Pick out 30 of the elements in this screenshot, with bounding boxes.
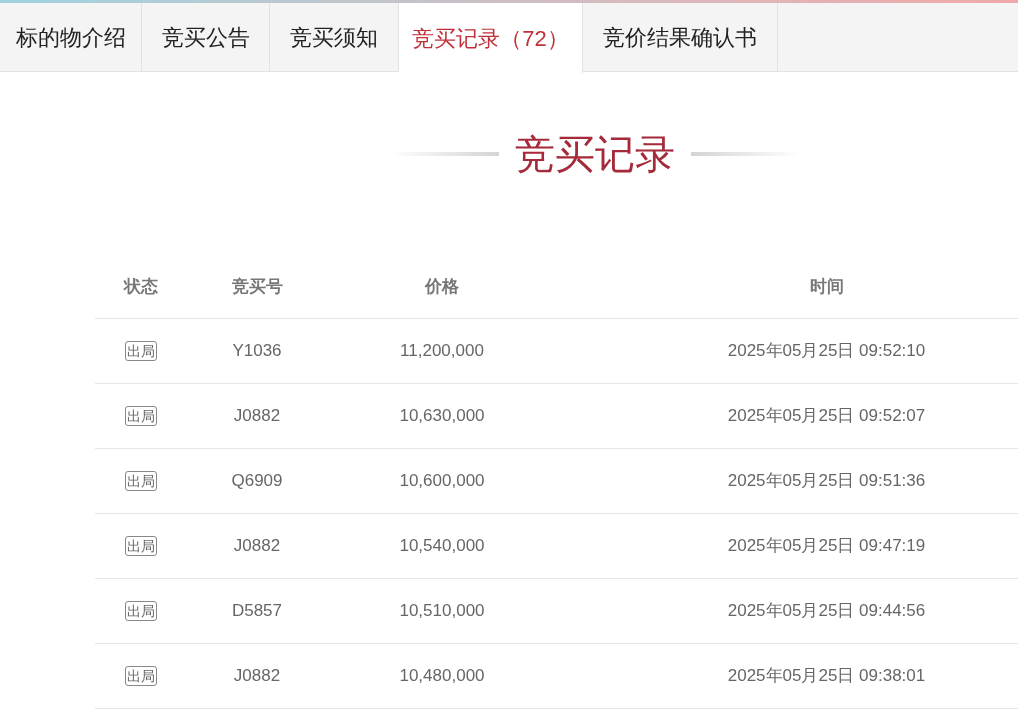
price: 10,480,000 [399, 665, 485, 688]
column-header: 竞买号 [231, 276, 283, 299]
status-tag: 出局 [125, 341, 157, 361]
status-tag: 出局 [125, 536, 157, 556]
column-header: 价格 [425, 276, 459, 299]
tab[interactable]: 竞买记录（72） [399, 3, 583, 73]
status-tag: 出局 [125, 601, 157, 621]
price: 10,600,000 [399, 470, 485, 493]
bid-time: 2025年05月25日 09:47:19 [727, 535, 926, 558]
status-tag: 出局 [125, 471, 157, 491]
bidder-number: J0882 [233, 535, 281, 558]
bidder-number: D5857 [231, 600, 283, 623]
status-tag: 出局 [125, 406, 157, 426]
bid-time: 2025年05月25日 09:44:56 [727, 600, 926, 623]
bid-time: 2025年05月25日 09:52:10 [727, 340, 926, 363]
price: 10,540,000 [399, 535, 485, 558]
bidder-number: Y1036 [232, 340, 282, 363]
bid-time: 2025年05月25日 09:38:01 [727, 665, 926, 688]
column-header: 时间 [809, 276, 844, 299]
bid-time: 2025年05月25日 09:51:36 [727, 470, 926, 493]
price: 10,630,000 [399, 405, 485, 428]
section-title: 竞买记录 [515, 134, 675, 174]
status-tag: 出局 [125, 666, 157, 686]
bid-time: 2025年05月25日 09:52:07 [727, 405, 926, 428]
bidder-number: Q6909 [231, 470, 283, 493]
price: 10,510,000 [399, 600, 485, 623]
bidder-number: J0882 [233, 405, 281, 428]
column-header: 状态 [124, 276, 158, 299]
price: 11,200,000 [400, 340, 484, 363]
bidder-number: J0882 [233, 665, 281, 688]
